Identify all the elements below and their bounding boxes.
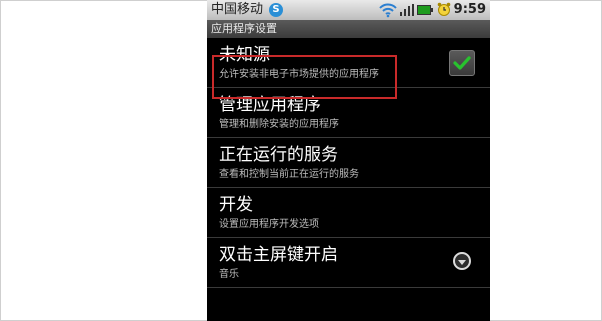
setting-double-tap-home[interactable]: 双击主屏键开启 音乐: [207, 238, 490, 288]
setting-development[interactable]: 开发 设置应用程序开发选项: [207, 188, 490, 238]
carrier-name: 中国移动: [211, 2, 264, 17]
setting-subtitle: 音乐: [219, 269, 239, 280]
setting-subtitle: 查看和控制当前正在运行的服务: [219, 169, 359, 180]
unknown-sources-checkbox[interactable]: [449, 50, 475, 76]
chevron-down-icon[interactable]: [453, 252, 471, 270]
highlight-box: [212, 55, 397, 99]
setting-subtitle: 设置应用程序开发选项: [219, 219, 319, 230]
setting-title: 双击主屏键开启: [219, 245, 338, 265]
setting-title: 正在运行的服务: [219, 145, 338, 165]
signal-icon: [400, 4, 414, 16]
skype-icon: S: [269, 3, 283, 17]
phone-screen: 中国移动 S 9:59 应用程序设置 未知源 允许安装非电子市场提供的应用程序 …: [207, 0, 490, 321]
status-bar: 中国移动 S 9:59: [207, 0, 490, 20]
setting-title: 开发: [219, 195, 253, 215]
battery-icon: [417, 5, 433, 15]
setting-subtitle: 管理和删除安装的应用程序: [219, 119, 339, 130]
check-icon: [453, 56, 471, 70]
clock-time: 9:59: [453, 2, 486, 17]
alarm-clock-icon: [437, 2, 451, 16]
dropdown-arrow-icon: [458, 260, 466, 265]
screen-title: 应用程序设置: [207, 20, 490, 38]
setting-running-services[interactable]: 正在运行的服务 查看和控制当前正在运行的服务: [207, 138, 490, 188]
wifi-icon: [379, 3, 397, 18]
